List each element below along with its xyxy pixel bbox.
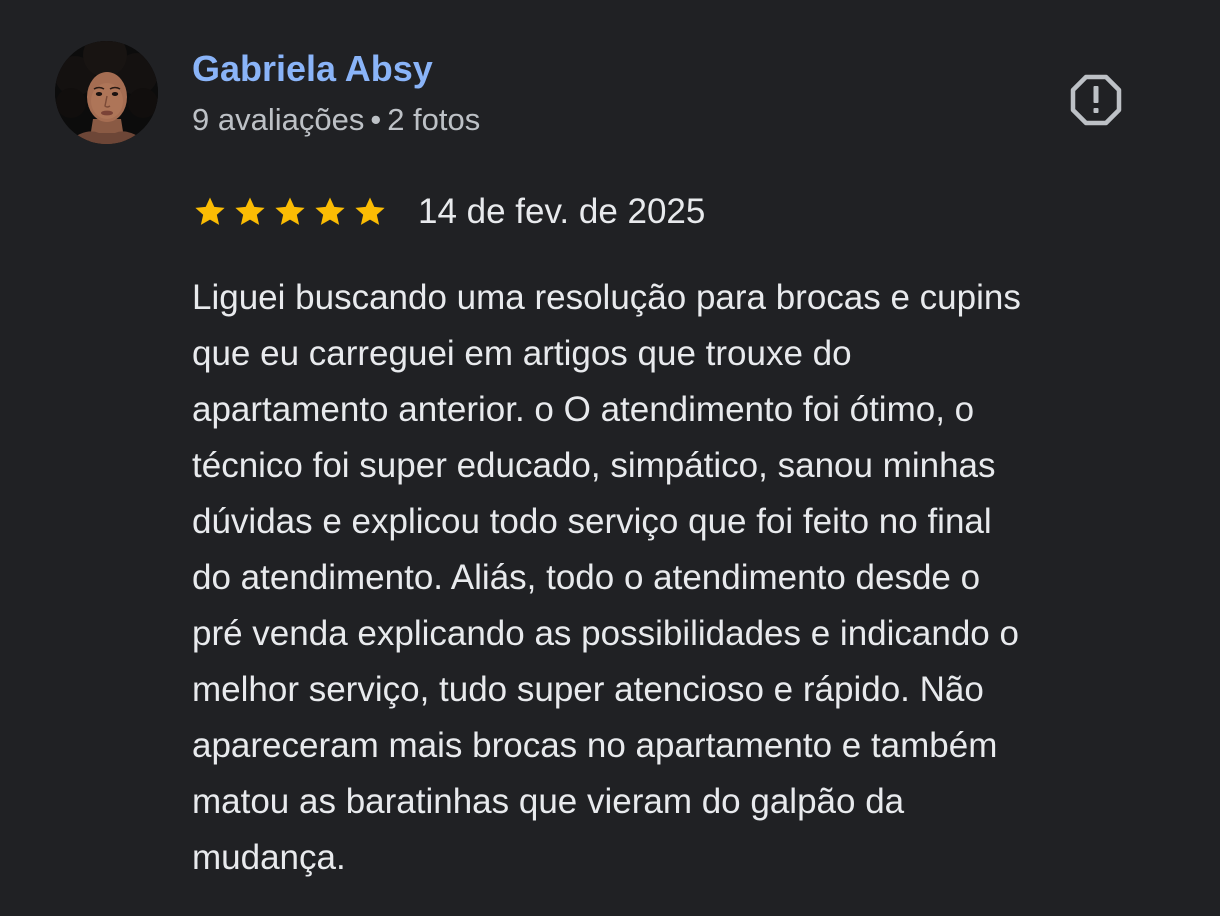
review-text: Liguei buscando uma resolução para broca… — [192, 270, 1182, 886]
star-icon — [275, 197, 305, 225]
review-date: 14 de fev. de 2025 — [418, 192, 706, 231]
star-icon — [315, 197, 345, 225]
report-octagon-icon — [1070, 74, 1122, 126]
avatar-photo — [55, 41, 158, 144]
review-text-line: dúvidas e explicou todo serviço que foi … — [192, 502, 992, 541]
reviews-count: 9 avaliações — [192, 102, 365, 137]
rating-row: 14 de fev. de 2025 — [192, 189, 705, 235]
review-text-line: do atendimento. Aliás, todo o atendiment… — [192, 558, 981, 597]
author-name[interactable]: Gabriela Absy — [192, 48, 433, 90]
review-text-line: mudança. — [192, 838, 346, 877]
report-button[interactable] — [1068, 72, 1124, 128]
review-text-line: melhor serviço, tudo super atencioso e r… — [192, 670, 984, 709]
review-text-line: apartamento anterior. o O atendimento fo… — [192, 390, 975, 429]
review-text-line: que eu carreguei em artigos que trouxe d… — [192, 334, 852, 373]
review-text-line: apareceram mais brocas no apartamento e … — [192, 726, 998, 765]
review-text-line: pré venda explicando as possibilidades e… — [192, 614, 1019, 653]
photos-count: 2 fotos — [387, 102, 481, 137]
author-avatar[interactable] — [55, 41, 158, 144]
star-rating — [192, 194, 392, 230]
review-text-line: matou as baratinhas que vieram do galpão… — [192, 782, 905, 821]
review-text-line: Liguei buscando uma resolução para broca… — [192, 278, 1021, 317]
star-icon — [355, 197, 385, 225]
star-icon — [195, 197, 225, 225]
star-icon — [235, 197, 265, 225]
meta-separator: • — [370, 102, 382, 137]
author-meta: 9 avaliações • 2 fotos — [192, 101, 480, 139]
review-text-line: técnico foi super educado, simpático, sa… — [192, 446, 996, 485]
